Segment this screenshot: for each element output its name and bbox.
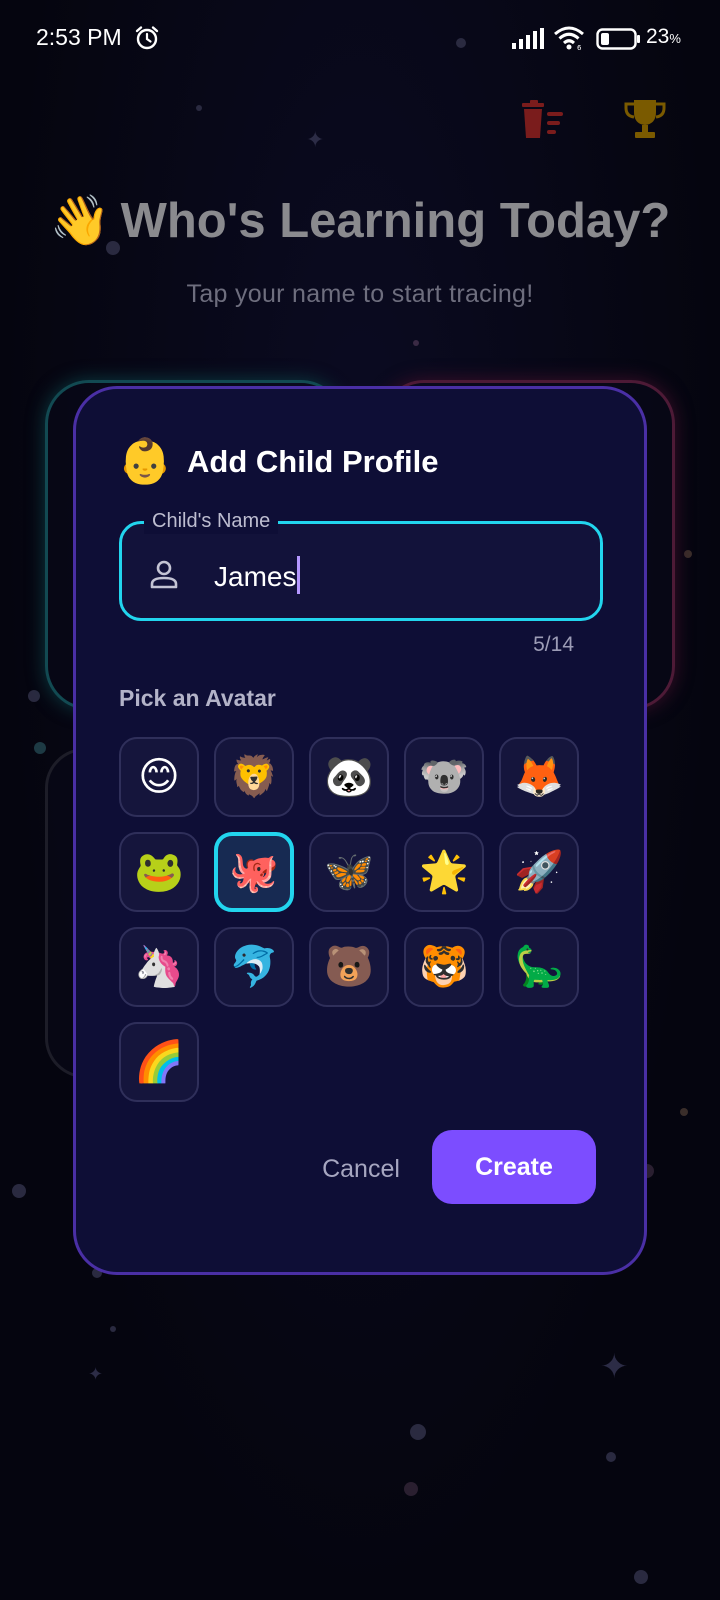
avatar-option-dinosaur[interactable]: 🦕 — [499, 927, 579, 1007]
character-counter: 5/14 — [533, 633, 574, 656]
avatar-option-panda[interactable]: 🐼 — [309, 737, 389, 817]
avatar-grid: 😊 🦁 🐼 🐨 🦊 🐸 🐙 🦋 🌟 🚀 🦄 🐬 🐻 🐯 🦕 🌈 — [119, 737, 579, 1102]
avatar-option-dolphin[interactable]: 🐬 — [214, 927, 294, 1007]
avatar-option-star[interactable]: 🌟 — [404, 832, 484, 912]
trophy-icon[interactable] — [624, 98, 666, 140]
waving-hand-icon: 👋 — [49, 194, 111, 248]
signal-icon — [512, 28, 544, 49]
avatar-option-bear[interactable]: 🐻 — [309, 927, 389, 1007]
page-subtitle: Tap your name to start tracing! — [186, 280, 534, 308]
baby-icon: 👶 — [117, 436, 173, 487]
avatar-option-butterfly[interactable]: 🦋 — [309, 832, 389, 912]
battery-percent: 23% — [646, 25, 681, 48]
avatar-option-rocket[interactable]: 🚀 — [499, 832, 579, 912]
wifi-icon: 6 — [554, 26, 584, 51]
avatar-option-frog[interactable]: 🐸 — [119, 832, 199, 912]
avatar-option-unicorn[interactable]: 🦄 — [119, 927, 199, 1007]
text-cursor — [297, 556, 301, 594]
status-time: 2:53 PM — [36, 24, 122, 50]
child-name-input[interactable]: James — [214, 556, 301, 594]
avatar-option-lion[interactable]: 🦁 — [214, 737, 294, 817]
dialog-title: Add Child Profile — [187, 444, 439, 479]
avatar-option-rainbow[interactable]: 🌈 — [119, 1022, 199, 1102]
child-name-field[interactable]: Child's Name James — [119, 508, 603, 621]
alarm-icon — [135, 26, 159, 50]
avatar-option-octopus[interactable]: 🐙 — [214, 832, 294, 912]
add-child-dialog: 👶 Add Child Profile Child's Name James 5… — [73, 386, 647, 1275]
avatar-option-smiley[interactable]: 😊 — [119, 737, 199, 817]
child-name-label: Child's Name — [144, 508, 279, 534]
svg-text:6: 6 — [577, 44, 582, 51]
avatar-heading: Pick an Avatar — [119, 685, 276, 711]
create-button[interactable]: Create — [432, 1130, 596, 1204]
avatar-option-tiger[interactable]: 🐯 — [404, 927, 484, 1007]
person-icon — [150, 560, 178, 589]
avatar-option-koala[interactable]: 🐨 — [404, 737, 484, 817]
status-bar: 2:53 PM 6 23% — [0, 0, 720, 80]
cancel-button[interactable]: Cancel — [306, 1139, 416, 1199]
delete-profiles-icon[interactable] — [522, 100, 568, 140]
dialog-header: 👶 Add Child Profile — [117, 436, 439, 487]
battery-icon — [596, 28, 640, 50]
avatar-option-fox[interactable]: 🦊 — [499, 737, 579, 817]
page-title: 👋 Who's Learning Today? — [49, 194, 671, 248]
